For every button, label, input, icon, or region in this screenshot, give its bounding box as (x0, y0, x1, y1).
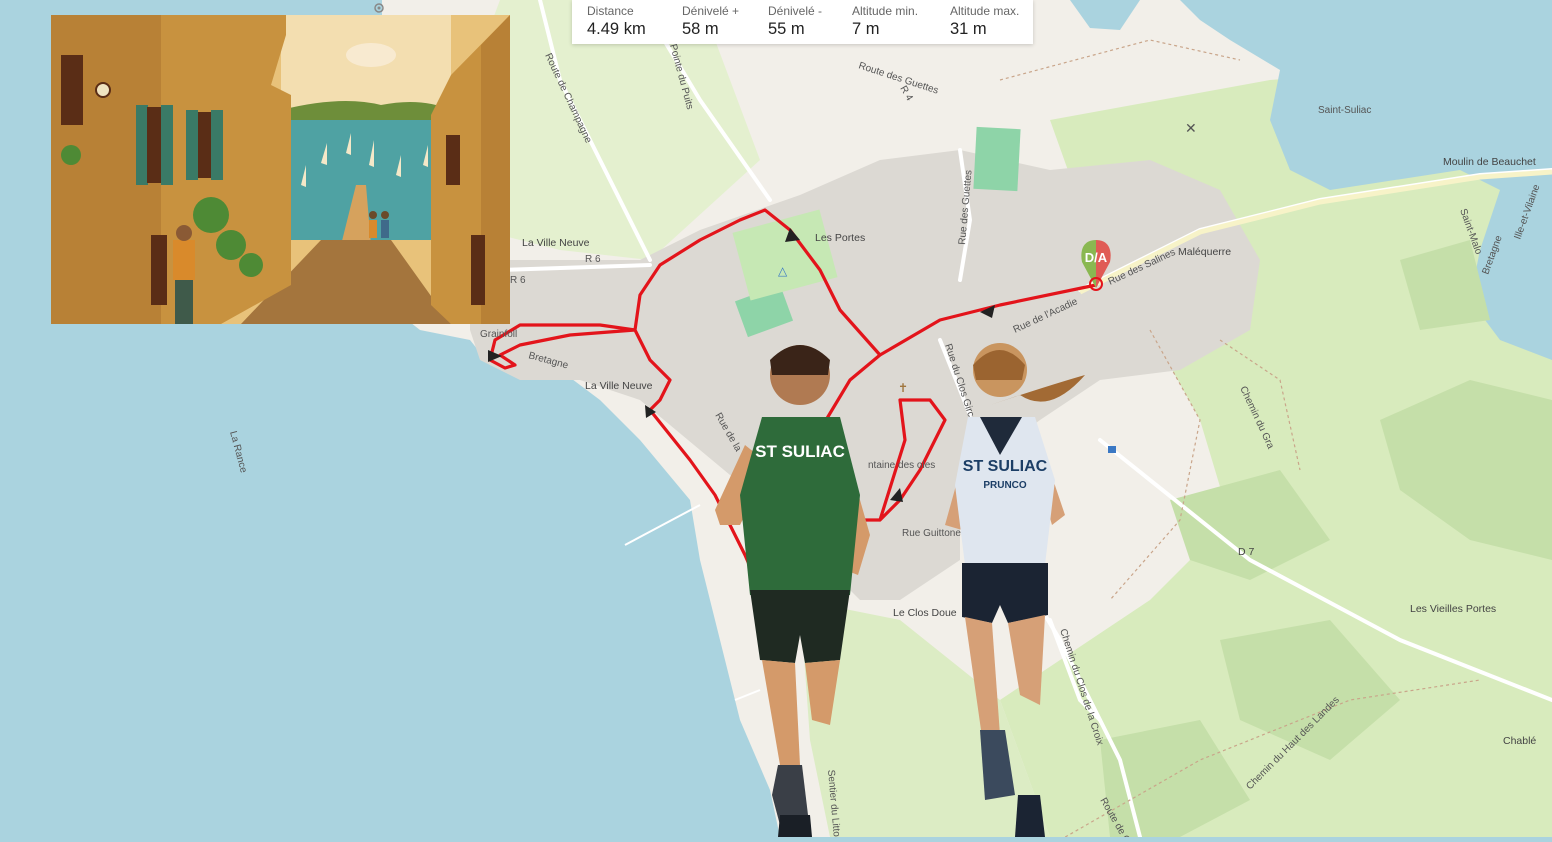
road-label: R 6 (585, 254, 601, 265)
start-marker-label: D/A (1085, 250, 1108, 265)
place-label: La Ville Neuve (522, 237, 590, 249)
place-label: La Ville Neuve (585, 380, 653, 392)
stat-label: Altitude max. (950, 4, 1020, 18)
stat-altitude-min: Altitude min. 7 m (852, 0, 950, 44)
windmill-icon: ✕ (1185, 120, 1197, 136)
water-label: La Rance (227, 430, 249, 475)
village-street-illustration (51, 15, 510, 324)
stat-value: 31 m (950, 20, 987, 38)
place-label: Moulin de Beauchet (1443, 156, 1536, 168)
stat-elevation-loss: Dénivelé - 55 m (768, 0, 852, 44)
place-label: Les Vieilles Portes (1410, 603, 1496, 615)
stat-label: Distance (587, 4, 634, 18)
female-runner: ST SULIAC PRUNCO (945, 343, 1085, 837)
male-runner: ST SULIAC (715, 345, 870, 837)
bus-stop-icon (1108, 446, 1116, 453)
stat-elevation-gain: Dénivelé + 58 m (682, 0, 768, 44)
place-label: Maléquerre (1178, 246, 1231, 258)
road-label: R 6 (510, 275, 526, 286)
male-runner-shirt-text: ST SULIAC (755, 442, 845, 461)
stat-value: 7 m (852, 20, 880, 38)
sports-field (973, 126, 1021, 192)
stat-value: 4.49 km (587, 20, 646, 38)
road-label: D 7 (1238, 546, 1255, 558)
place-label: Grainfoll (480, 329, 517, 340)
female-runner-shirt-text: ST SULIAC (963, 458, 1048, 475)
stat-label: Dénivelé - (768, 4, 823, 18)
runners-illustration: ST SULIAC ST SULIAC PRUNCO (700, 325, 1100, 837)
stat-value: 55 m (768, 20, 805, 38)
stat-distance: Distance 4.49 km (587, 0, 682, 44)
place-label: Chablé (1503, 735, 1536, 747)
female-runner-shirt-subtext: PRUNCO (983, 480, 1027, 491)
stat-value: 58 m (682, 20, 719, 38)
jetty (624, 504, 701, 546)
place-label: Saint-Suliac (1318, 105, 1371, 116)
stat-label: Dénivelé + (682, 4, 740, 18)
stat-altitude-max: Altitude max. 31 m (950, 0, 1033, 44)
route-stats-bar: Distance 4.49 km Dénivelé + 58 m Dénivel… (572, 0, 1033, 44)
place-label: Les Portes (815, 232, 865, 244)
stat-label: Altitude min. (852, 4, 919, 18)
campsite-icon: △ (778, 264, 788, 278)
